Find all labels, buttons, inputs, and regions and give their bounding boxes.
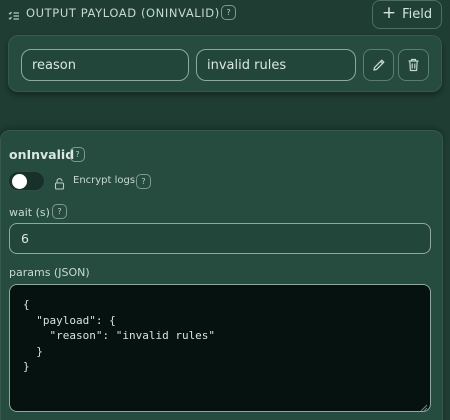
code-line: } <box>23 344 43 358</box>
help-icon[interactable]: ? <box>52 204 67 219</box>
resize-handle[interactable] <box>420 401 428 412</box>
lock-icon <box>54 175 65 190</box>
params-label: params (JSON) <box>9 266 90 279</box>
toggle-knob <box>12 174 27 189</box>
encrypt-logs-toggle[interactable] <box>8 171 45 191</box>
help-icon[interactable]: ? <box>136 174 151 189</box>
wait-label: wait (s) <box>9 206 50 219</box>
code-line: { <box>23 298 30 311</box>
params-json-textarea[interactable]: { "payload": { "reason": "invalid rules"… <box>9 284 431 412</box>
payload-key-input[interactable]: reason <box>21 49 189 81</box>
add-field-label: Field <box>402 7 433 22</box>
section-header-title: OUTPUT PAYLOAD (ONINVALID) <box>26 6 220 20</box>
plus-icon: + <box>381 3 397 23</box>
trash-icon <box>408 58 419 72</box>
edit-field-button[interactable] <box>363 49 394 81</box>
output-payload-header: OUTPUT PAYLOAD (ONINVALID) ? + Field <box>0 0 450 30</box>
wait-seconds-input[interactable]: 6 <box>9 223 431 254</box>
payload-field-row: reason invalid rules <box>8 35 442 92</box>
encrypt-logs-label: Encrypt logs <box>73 175 136 186</box>
code-line: } <box>23 360 30 373</box>
oninvalid-settings-card: onInvalid ? Encrypt logs ? wait (s) ? 6 … <box>0 130 443 420</box>
list-icon <box>8 7 20 20</box>
help-icon[interactable]: ? <box>221 5 236 20</box>
payload-editor-panel: OUTPUT PAYLOAD (ONINVALID) ? + Field rea… <box>0 0 450 420</box>
section-title: onInvalid <box>9 147 75 162</box>
help-icon[interactable]: ? <box>70 147 85 162</box>
code-line: "reason": "invalid rules" <box>23 329 216 342</box>
add-field-button[interactable]: + Field <box>372 0 442 29</box>
code-line: "payload": { <box>23 313 116 327</box>
delete-field-button[interactable] <box>398 49 429 81</box>
payload-value-input[interactable]: invalid rules <box>196 49 356 81</box>
pencil-icon <box>372 59 384 71</box>
